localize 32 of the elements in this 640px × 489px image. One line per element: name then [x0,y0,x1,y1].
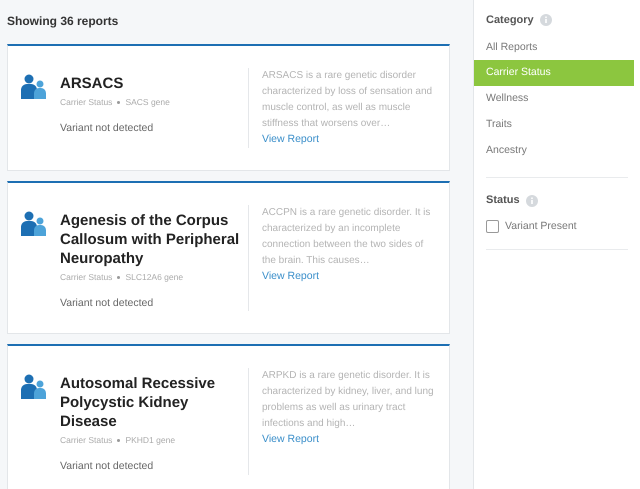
gene-name: PKHD1 gene [125,434,176,447]
checkbox-label: Variant Present [505,218,577,234]
report-description: ARPKD is a rare genetic disorder. It is characterized by kidney, liver, and lung problems as well as urinary tract infections and high… [262,369,435,432]
view-report-link[interactable]: View Report [262,132,438,148]
report-description: ACCPN is a rare genetic disorder. It is characterized by an incomplete connection between the two sides of the brain. This causes… [262,206,432,268]
category-item[interactable]: Ancestry [474,138,634,164]
category-item[interactable]: All Reports [474,34,634,60]
results-count: Showing 36 reports [7,13,120,30]
result-text: Variant not detected [60,120,154,136]
category-item[interactable]: Traits [474,112,634,138]
report-category: Carrier Status [60,434,112,447]
result-text: Variant not detected [60,459,154,474]
report-category: Carrier Status [60,96,112,109]
view-report-link[interactable]: View Report [262,268,438,284]
checkbox[interactable] [486,220,499,234]
people-icon [20,74,48,100]
report-category: Carrier Status [60,270,112,284]
report-title[interactable]: ARSACS [60,74,170,93]
report-title[interactable]: Agenesis of the Corpus Callosum with Peripheral Neuropathy [60,210,248,268]
gene-name: SACS gene [125,96,170,109]
info-icon[interactable] [526,194,538,206]
info-icon[interactable] [540,14,552,26]
view-report-link[interactable]: View Report [262,432,438,448]
result-text: Variant not detected [60,296,154,310]
report-description: ARSACS is a rare genetic disorder characterized by loss of sensation and muscle control, as well as muscle stiffness that worsens over… [262,69,434,131]
filter-heading: Status [486,193,520,208]
filter-heading: Category [486,13,534,28]
gene-name: SLC12A6 gene [125,270,184,284]
people-icon [20,210,48,237]
people-icon [20,374,48,400]
category-item[interactable]: Wellness [474,86,634,112]
report-title[interactable]: Autosomal Recessive Polycystic Kidney Disease [60,374,248,432]
